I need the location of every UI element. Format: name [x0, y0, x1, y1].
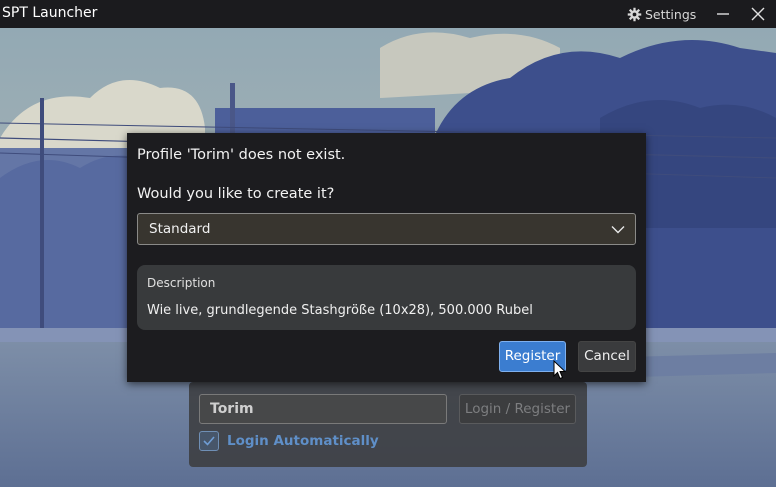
checkmark-icon	[203, 436, 215, 446]
dialog-message: Profile 'Torim' does not exist.	[137, 147, 346, 163]
settings-button[interactable]: Settings	[627, 5, 696, 23]
window-title: SPT Launcher	[2, 5, 98, 21]
create-profile-dialog: Profile 'Torim' does not exist. Would yo…	[127, 133, 646, 382]
cancel-button[interactable]: Cancel	[578, 341, 636, 372]
edition-selected-value: Standard	[149, 221, 211, 237]
close-button[interactable]	[747, 4, 769, 24]
auto-login-label: Login Automatically	[227, 433, 379, 449]
login-register-button[interactable]: Login / Register	[459, 394, 576, 424]
gear-icon	[627, 7, 642, 21]
auto-login-checkbox[interactable]	[199, 431, 219, 451]
dialog-question: Would you like to create it?	[137, 186, 335, 202]
close-icon	[751, 7, 765, 21]
minimize-icon	[717, 13, 729, 15]
minimize-button[interactable]	[712, 4, 734, 24]
mouse-cursor-icon	[553, 360, 567, 380]
edition-select[interactable]: Standard	[137, 213, 636, 245]
description-title: Description	[147, 276, 216, 290]
title-bar: SPT Launcher Settings	[0, 0, 776, 28]
settings-label: Settings	[645, 6, 697, 22]
username-input[interactable]: Torim	[199, 394, 447, 424]
chevron-down-icon	[611, 226, 625, 234]
description-box: Description Wie live, grundlegende Stash…	[137, 265, 636, 330]
description-text: Wie live, grundlegende Stashgröße (10x28…	[147, 303, 533, 318]
